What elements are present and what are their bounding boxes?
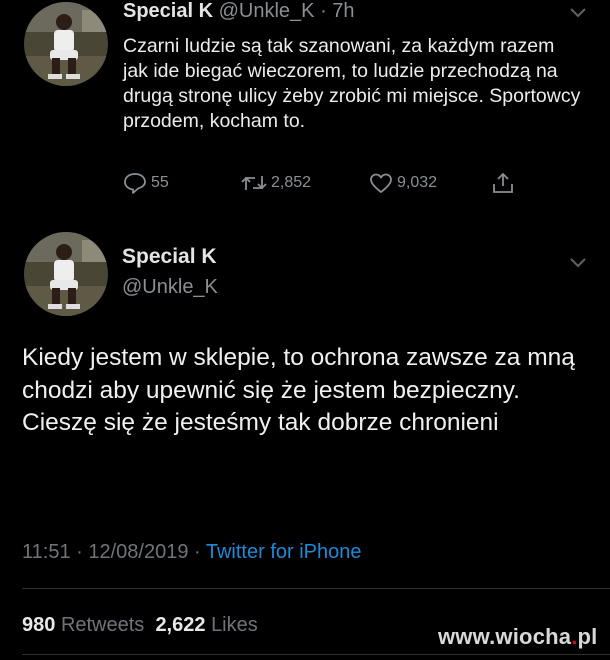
reply-count: 55 — [151, 174, 169, 191]
retweet-icon — [241, 176, 267, 190]
share-icon — [493, 172, 513, 193]
tweet-header: Special K @Unkle_K · 7h — [123, 0, 355, 23]
first-tweet[interactable]: Special K @Unkle_K · 7h Czarni ludzie są… — [0, 0, 610, 210]
watermark: www.wiocha.pl — [438, 624, 597, 650]
watermark-site: www.wiocha — [438, 624, 572, 649]
likes-total: 2,622 — [155, 614, 206, 636]
retweet-count: 2,852 — [271, 174, 312, 191]
divider — [22, 654, 610, 655]
divider — [22, 588, 610, 589]
user-handle[interactable]: @Unkle_K — [219, 0, 315, 22]
avatar[interactable] — [24, 2, 108, 86]
share-button[interactable] — [491, 172, 519, 194]
tweet-timestamp[interactable]: 11:51 · 12/08/2019 · — [22, 541, 201, 563]
tweet-actions: 55 2,852 9,032 — [123, 172, 523, 196]
like-button[interactable]: 9,032 — [369, 172, 437, 194]
tweet-metadata: 11:51 · 12/08/2019 · Twitter for iPhone — [22, 541, 361, 564]
retweets-label: Retweets — [60, 614, 145, 636]
tweet-source-link[interactable]: Twitter for iPhone — [206, 541, 362, 563]
tweet-text: Czarni ludzie są tak szanowani, za każdy… — [123, 35, 581, 132]
heart-icon — [370, 173, 392, 193]
retweet-button[interactable]: 2,852 — [241, 172, 311, 194]
display-name[interactable]: Special K — [123, 0, 213, 22]
user-handle[interactable]: @Unkle_K — [122, 276, 218, 299]
retweets-stat[interactable]: 980 Retweets — [22, 614, 144, 636]
reply-icon — [124, 173, 146, 194]
retweets-total: 980 — [22, 614, 56, 636]
chevron-down-icon[interactable] — [568, 6, 588, 20]
tweet-text: Kiedy jestem w sklepie, to ochrona zawsz… — [22, 344, 575, 436]
display-name[interactable]: Special K — [122, 245, 217, 269]
tweet-stats: 980 Retweets 2,622 Likes — [22, 614, 258, 637]
tweet-time[interactable]: · 7h — [320, 0, 354, 22]
likes-stat[interactable]: 2,622 Likes — [155, 614, 257, 636]
like-count: 9,032 — [397, 174, 438, 191]
reply-button[interactable]: 55 — [123, 172, 169, 194]
avatar[interactable] — [24, 232, 108, 316]
watermark-tld: pl — [577, 624, 598, 649]
chevron-down-icon[interactable] — [568, 256, 588, 270]
likes-label: Likes — [211, 614, 258, 636]
